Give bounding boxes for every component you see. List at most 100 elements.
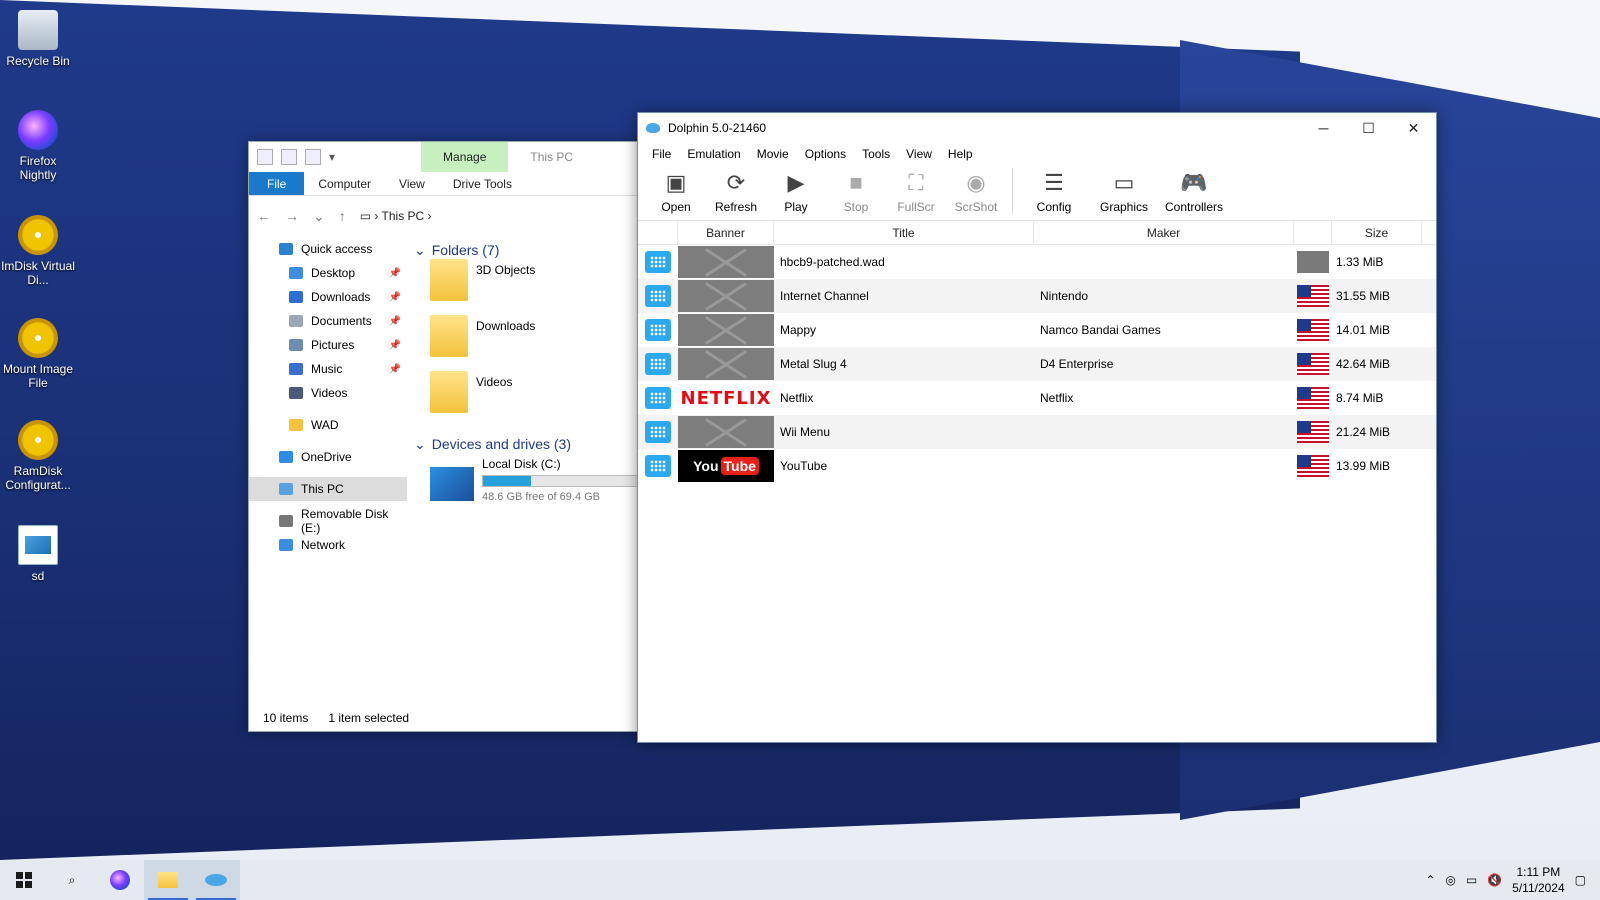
tab-computer[interactable]: Computer — [304, 172, 385, 195]
game-row[interactable]: Mappy Namco Bandai Games 14.01 MiB — [638, 313, 1436, 347]
dolphin-titlebar[interactable]: Dolphin 5.0-21460 ─ ☐ ✕ — [638, 113, 1436, 143]
game-row[interactable]: Metal Slug 4 D4 Enterprise 42.64 MiB — [638, 347, 1436, 381]
desktop-icon-3[interactable]: Mount Image File — [0, 318, 76, 390]
minimize-icon[interactable]: ─ — [1301, 113, 1346, 143]
meet-now-icon[interactable]: ◎ — [1445, 873, 1455, 887]
menu-tools[interactable]: Tools — [854, 147, 898, 161]
region-column-header[interactable] — [1294, 220, 1332, 245]
devices-header[interactable]: ⌄ Devices and drives (3) — [414, 431, 639, 457]
start-button[interactable] — [0, 860, 48, 900]
game-size: 21.24 MiB — [1336, 425, 1391, 439]
game-row[interactable]: NETFLIX Netflix Netflix 8.74 MiB — [638, 381, 1436, 415]
game-row[interactable]: Internet Channel Nintendo 31.55 MiB — [638, 279, 1436, 313]
drive-usage-bar — [482, 475, 644, 487]
menu-emulation[interactable]: Emulation — [679, 147, 748, 161]
nav-item[interactable]: Pictures 📌 — [249, 333, 407, 357]
notifications-icon[interactable]: ▢ — [1575, 873, 1586, 887]
game-row[interactable]: You Tube YouTube 13.99 MiB — [638, 449, 1436, 483]
up-arrow-icon[interactable]: ↑ — [339, 208, 346, 224]
tab-file[interactable]: File — [249, 172, 305, 195]
firefox-taskbar-icon[interactable] — [96, 860, 144, 900]
nav-item[interactable]: OneDrive — [249, 445, 407, 469]
pin-icon: 📌 — [388, 315, 401, 327]
nav-item-label: OneDrive — [301, 450, 352, 464]
tab-drive-tools[interactable]: Drive Tools — [439, 172, 526, 195]
menu-options[interactable]: Options — [797, 147, 854, 161]
volume-muted-icon[interactable]: 🔇 — [1487, 873, 1502, 887]
search-icon[interactable]: ⌕ — [48, 860, 96, 900]
nav-item[interactable]: Network — [249, 533, 407, 557]
nav-item[interactable]: Downloads 📌 — [249, 285, 407, 309]
desktop-icon-4[interactable]: RamDisk Configurat... — [0, 420, 76, 492]
nav-item[interactable]: Documents 📌 — [249, 309, 407, 333]
stop-icon: ■ — [849, 170, 863, 195]
banner-cell: You Tube — [678, 450, 774, 482]
dolphin-taskbar-icon[interactable] — [192, 860, 240, 900]
folder-item[interactable]: Videos — [414, 371, 639, 431]
desktop-icon-5[interactable]: sd — [0, 525, 76, 583]
controllers-button[interactable]: 🎮 Controllers — [1159, 170, 1229, 214]
network-icon — [279, 539, 293, 551]
clock[interactable]: 1:11 PM 5/11/2024 — [1512, 864, 1565, 896]
banner-column-header[interactable]: Banner — [678, 220, 774, 245]
chevron-down-icon: ⌄ — [414, 435, 426, 452]
game-title: hbcb9-patched.wad — [780, 255, 885, 269]
back-arrow-icon[interactable]: ← — [257, 208, 271, 224]
maximize-icon[interactable]: ☐ — [1346, 113, 1391, 143]
recent-locations-icon[interactable]: ⌄ — [313, 208, 325, 225]
quick-access-dropdown-icon[interactable]: ▾ — [329, 150, 335, 164]
fullscr-button[interactable]: ⛶ FullScr — [886, 170, 946, 214]
menu-bar: File Emulation Movie Options Tools View … — [638, 143, 1436, 165]
scrshot-button[interactable]: ◉ ScrShot — [946, 170, 1006, 214]
desktop-icon-1[interactable]: Firefox Nightly — [0, 110, 76, 182]
desktop-icon-2[interactable]: ImDisk Virtual Di... — [0, 215, 76, 287]
nav-item[interactable]: This PC — [249, 477, 407, 501]
game-row[interactable]: hbcb9-patched.wad 1.33 MiB — [638, 245, 1436, 279]
nav-item-label: Pictures — [311, 338, 355, 352]
refresh-icon: ⟳ — [726, 170, 746, 195]
menu-view[interactable]: View — [898, 147, 940, 161]
address-bar[interactable]: ▭ › This PC › — [360, 209, 432, 223]
banner-cell — [678, 314, 774, 346]
menu-movie[interactable]: Movie — [749, 147, 797, 161]
drive-usage-fill — [483, 476, 531, 486]
drive-item[interactable]: Local Disk (C:) 48.6 GB free of 69.4 GB — [414, 457, 644, 503]
stop-button[interactable]: ■ Stop — [826, 170, 886, 214]
graphics-button[interactable]: ▭ Graphics — [1089, 170, 1159, 214]
pc-icon[interactable] — [257, 149, 273, 165]
nav-item[interactable]: WAD — [249, 413, 407, 437]
config-button[interactable]: ☰ Config — [1019, 170, 1089, 214]
platform-column-header[interactable] — [638, 220, 678, 245]
maker-column-header[interactable]: Maker — [1034, 220, 1294, 245]
file-explorer-taskbar-icon[interactable] — [144, 860, 192, 900]
new-folder-icon[interactable] — [305, 149, 321, 165]
folder-item[interactable]: 3D Objects — [414, 259, 639, 319]
nav-item-label: Videos — [311, 386, 348, 400]
nav-item[interactable]: Removable Disk (E:) — [249, 507, 407, 535]
show-hidden-icons-icon[interactable]: ⌃ — [1425, 873, 1435, 887]
play-button[interactable]: ▶ Play — [766, 170, 826, 214]
config-sliders-icon: ☰ — [1044, 170, 1064, 195]
desktop-icon-0[interactable]: Recycle Bin — [0, 10, 76, 68]
game-row[interactable]: Wii Menu 21.24 MiB — [638, 415, 1436, 449]
open-button[interactable]: ▣ Open — [646, 170, 706, 214]
nav-item[interactable]: Videos — [249, 381, 407, 405]
menu-help[interactable]: Help — [940, 147, 981, 161]
game-size: 42.64 MiB — [1336, 357, 1391, 371]
folder-item[interactable]: Downloads — [414, 315, 639, 375]
properties-icon[interactable] — [281, 149, 297, 165]
toolbar-label: Refresh — [714, 200, 758, 214]
refresh-button[interactable]: ⟳ Refresh — [706, 170, 766, 214]
size-column-header[interactable]: Size — [1332, 220, 1422, 245]
forward-arrow-icon[interactable]: → — [285, 208, 299, 224]
nav-item[interactable]: Desktop 📌 — [249, 261, 407, 285]
menu-file[interactable]: File — [644, 147, 679, 161]
nav-item[interactable]: Quick access — [249, 237, 407, 261]
manage-tab[interactable]: Manage — [421, 142, 509, 172]
tab-view[interactable]: View — [385, 172, 439, 195]
nav-item-label: Removable Disk (E:) — [301, 507, 389, 535]
title-column-header[interactable]: Title — [774, 220, 1034, 245]
nav-item[interactable]: Music 📌 — [249, 357, 407, 381]
network-icon[interactable]: ▭ — [1466, 873, 1477, 887]
close-icon[interactable]: ✕ — [1391, 113, 1436, 143]
